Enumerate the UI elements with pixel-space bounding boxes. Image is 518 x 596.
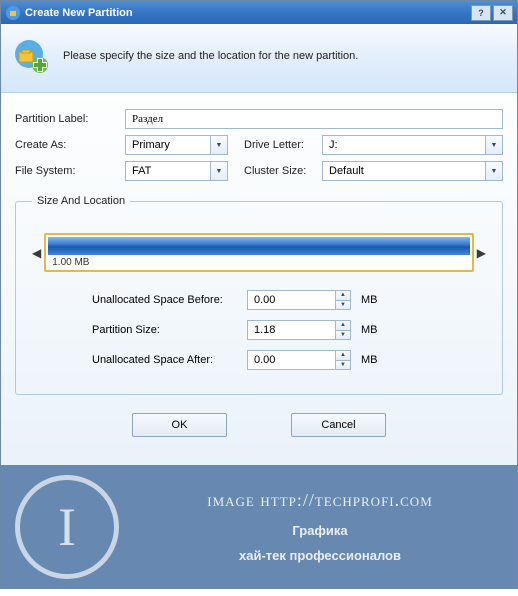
space-after-spinner[interactable]: ▲▼ — [247, 350, 351, 370]
close-button[interactable]: ✕ — [493, 5, 513, 21]
file-system-combo[interactable]: ▼ — [125, 161, 228, 181]
cluster-size-combo[interactable]: ▼ — [322, 161, 503, 181]
space-after-label: Unallocated Space After: — [92, 354, 247, 366]
spin-up-icon[interactable]: ▲ — [335, 350, 351, 360]
chevron-down-icon[interactable]: ▼ — [485, 161, 503, 181]
instruction-header: Please specify the size and the location… — [1, 24, 517, 93]
partition-header-icon — [13, 38, 49, 74]
space-before-spinner[interactable]: ▲▼ — [247, 290, 351, 310]
chevron-down-icon[interactable]: ▼ — [485, 135, 503, 155]
partition-bar — [48, 237, 470, 255]
size-location-group: Size And Location ◀ 1.00 MB ▶ Unallocate… — [15, 195, 503, 395]
partition-slider[interactable]: 1.00 MB — [44, 233, 474, 272]
cluster-size-label: Cluster Size: — [244, 165, 322, 177]
size-location-legend: Size And Location — [32, 195, 130, 207]
watermark-letter: I — [58, 496, 76, 558]
watermark-line3: хай-тек профессионалов — [137, 548, 503, 563]
watermark-footer: I image http://techprofi.com Графика хай… — [1, 465, 517, 588]
space-before-label: Unallocated Space Before: — [92, 294, 247, 306]
spin-down-icon[interactable]: ▼ — [335, 360, 351, 371]
app-icon — [5, 5, 21, 21]
file-system-label: File System: — [15, 165, 125, 177]
space-after-input[interactable] — [247, 350, 335, 370]
watermark-url: image http://techprofi.com — [137, 490, 503, 511]
drive-letter-label: Drive Letter: — [244, 139, 322, 151]
help-button[interactable]: ? — [471, 5, 491, 21]
file-system-value[interactable] — [125, 161, 210, 181]
slider-handle-right[interactable]: ▶ — [477, 246, 486, 260]
slider-handle-left[interactable]: ◀ — [32, 246, 41, 260]
space-before-input[interactable] — [247, 290, 335, 310]
partition-label-input[interactable] — [125, 109, 503, 129]
spin-down-icon[interactable]: ▼ — [335, 330, 351, 341]
drive-letter-combo[interactable]: ▼ — [322, 135, 503, 155]
drive-letter-value[interactable] — [322, 135, 485, 155]
partition-size-label: Partition Size: — [92, 324, 247, 336]
unit-label: MB — [361, 294, 378, 306]
partition-size-spinner[interactable]: ▲▼ — [247, 320, 351, 340]
create-as-label: Create As: — [15, 139, 125, 151]
create-as-combo[interactable]: ▼ — [125, 135, 228, 155]
spin-up-icon[interactable]: ▲ — [335, 290, 351, 300]
cancel-button[interactable]: Cancel — [291, 413, 386, 437]
partition-bar-label: 1.00 MB — [48, 255, 470, 268]
titlebar[interactable]: Create New Partition ? ✕ — [1, 1, 517, 24]
chevron-down-icon[interactable]: ▼ — [210, 161, 228, 181]
partition-size-input[interactable] — [247, 320, 335, 340]
spin-down-icon[interactable]: ▼ — [335, 300, 351, 311]
spin-up-icon[interactable]: ▲ — [335, 320, 351, 330]
unit-label: MB — [361, 354, 378, 366]
chevron-down-icon[interactable]: ▼ — [210, 135, 228, 155]
watermark-line2: Графика — [137, 523, 503, 538]
watermark-badge: I — [15, 475, 119, 579]
create-as-value[interactable] — [125, 135, 210, 155]
cluster-size-value[interactable] — [322, 161, 485, 181]
partition-label-label: Partition Label: — [15, 113, 125, 125]
unit-label: MB — [361, 324, 378, 336]
dialog-body: Partition Label: Create As: ▼ Drive Lett… — [1, 93, 517, 465]
instruction-text: Please specify the size and the location… — [63, 50, 358, 62]
window-title: Create New Partition — [25, 7, 133, 19]
ok-button[interactable]: OK — [132, 413, 227, 437]
